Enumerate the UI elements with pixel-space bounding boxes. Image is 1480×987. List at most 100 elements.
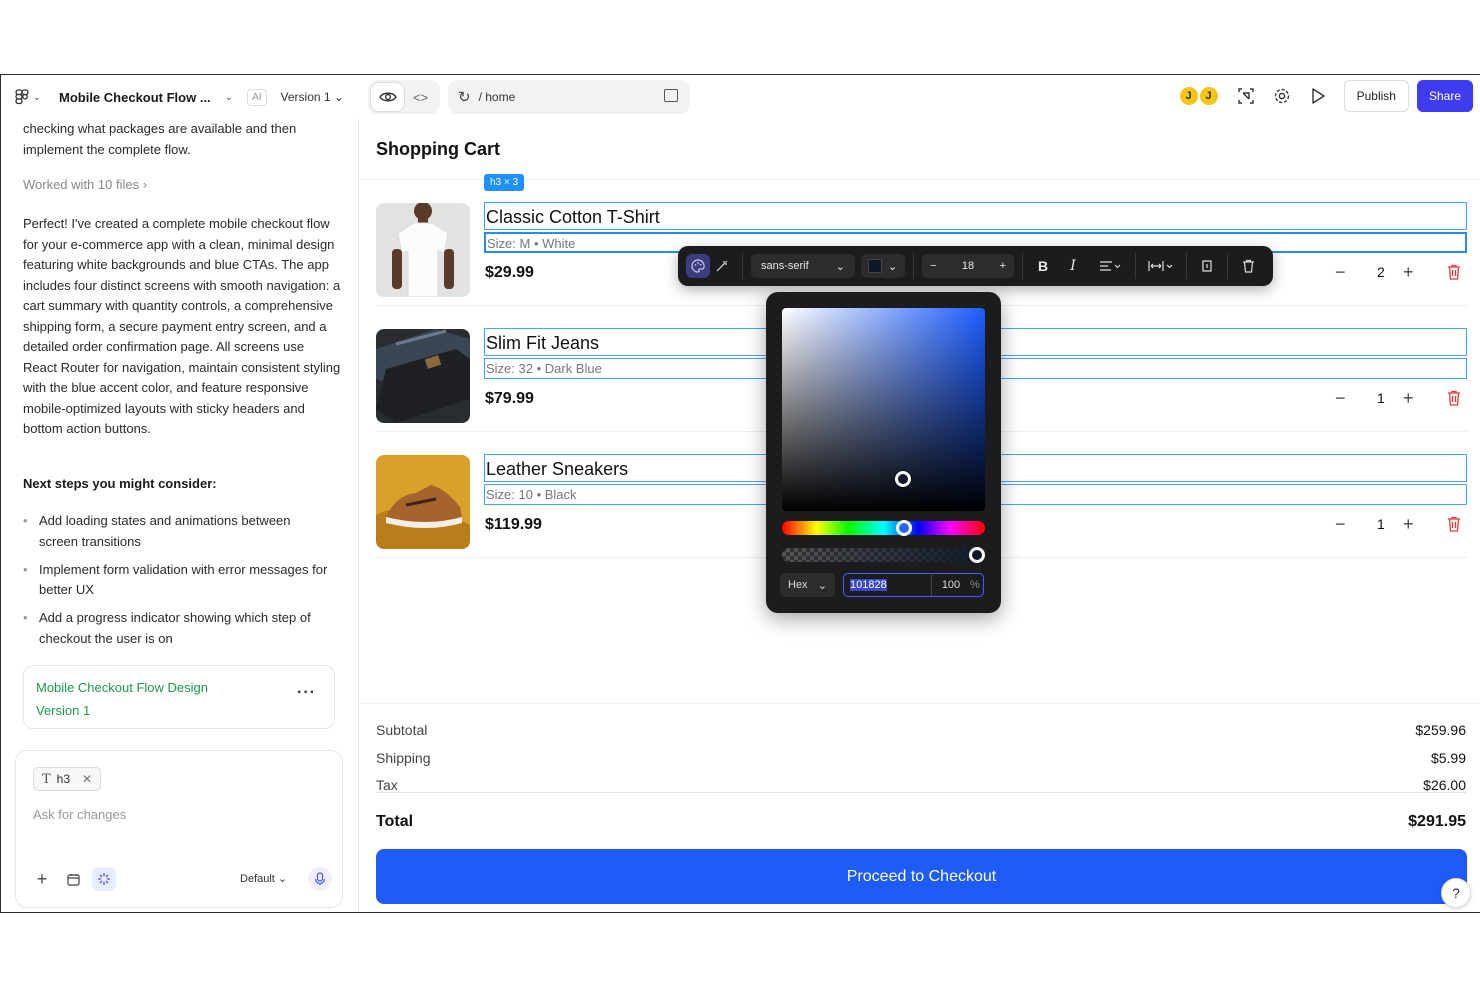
chevron-down-icon: ⌄	[33, 91, 41, 102]
shipping-label: Shipping	[376, 750, 431, 766]
alpha-handle[interactable]	[969, 547, 985, 563]
text-color-select[interactable]: ⌄	[861, 254, 905, 278]
share-button[interactable]: Share	[1416, 80, 1473, 112]
color-swatch	[868, 259, 882, 273]
avatar[interactable]: J	[1197, 85, 1220, 107]
code-icon: <>	[412, 89, 429, 105]
decrease-quantity-button[interactable]: −	[1335, 514, 1346, 535]
product-price: $29.99	[485, 264, 534, 281]
color-format-value: Hex	[788, 579, 808, 591]
sparkle-cursor-icon	[98, 873, 110, 885]
alpha-slider[interactable]	[782, 548, 985, 562]
project-chevron-icon[interactable]: ⌄	[225, 92, 233, 103]
code-mode-button[interactable]: <>	[404, 83, 437, 111]
calendar-button[interactable]	[61, 867, 85, 891]
quantity-stepper: − 1 +	[1327, 388, 1467, 410]
chat-input[interactable]: Ask for changes	[33, 807, 126, 822]
spacing-select[interactable]	[1144, 254, 1178, 278]
magic-wand-icon	[716, 260, 728, 272]
text-align-select[interactable]	[1093, 254, 1127, 278]
quantity-stepper: − 2 +	[1327, 262, 1467, 284]
italic-button[interactable]: I	[1061, 254, 1085, 278]
url-bar[interactable]: ↻ / home	[448, 80, 690, 114]
help-button[interactable]: ?	[1441, 878, 1471, 908]
saturation-value-area[interactable]	[782, 308, 985, 511]
more-options-icon[interactable]: ···	[297, 684, 316, 702]
publish-button[interactable]: Publish	[1343, 80, 1409, 112]
next-steps-list: Add loading states and animations betwee…	[23, 511, 333, 657]
color-input-row: Hex ⌄ 101828 100 %	[780, 573, 986, 597]
trash-icon	[1242, 259, 1254, 273]
version-card-version: Version 1	[36, 703, 91, 718]
product-price: $119.99	[485, 516, 542, 533]
divider	[913, 253, 914, 279]
list-item: Add loading states and animations betwee…	[23, 511, 333, 552]
project-header: ⌄ Mobile Checkout Flow ... ⌄ AI Version …	[1, 75, 359, 119]
layout-icon[interactable]	[664, 89, 678, 102]
shipping-value: $5.99	[1430, 750, 1466, 766]
bold-button[interactable]: B	[1031, 254, 1055, 278]
font-family-select[interactable]: sans-serif ⌄	[751, 254, 855, 278]
tax-label: Tax	[376, 777, 398, 793]
visual-edit-button[interactable]	[92, 867, 116, 891]
hex-input[interactable]: 101828	[844, 574, 932, 596]
trash-icon[interactable]	[1447, 516, 1461, 532]
divider	[1186, 253, 1187, 279]
decrease-size-button[interactable]: −	[930, 260, 936, 272]
project-title[interactable]: Mobile Checkout Flow ...	[59, 90, 211, 105]
sneakers-image	[376, 455, 470, 549]
select-parent-button[interactable]	[1195, 254, 1219, 278]
product-image-tshirt	[376, 203, 470, 297]
saturation-handle[interactable]	[895, 471, 911, 487]
select-element-button[interactable]	[1236, 86, 1256, 106]
color-picker-popover: Hex ⌄ 101828 100 %	[766, 292, 1001, 613]
text-icon: T	[42, 771, 51, 787]
microphone-button[interactable]	[308, 867, 332, 891]
decrease-quantity-button[interactable]: −	[1335, 262, 1346, 283]
increase-size-button[interactable]: +	[1000, 260, 1006, 272]
font-size-value[interactable]: 18	[962, 260, 974, 272]
preview-mode-button[interactable]	[371, 83, 404, 111]
font-family-value: sans-serif	[761, 260, 809, 272]
avatar[interactable]: J	[1177, 85, 1200, 107]
quantity-stepper: − 1 +	[1327, 514, 1467, 536]
reload-icon[interactable]: ↻	[458, 88, 471, 106]
next-steps-heading: Next steps you might consider:	[23, 476, 217, 491]
letter-spacing-icon	[1148, 261, 1173, 271]
delete-element-button[interactable]	[1236, 254, 1260, 278]
decrease-quantity-button[interactable]: −	[1335, 388, 1346, 409]
close-icon[interactable]: ✕	[82, 772, 92, 786]
increase-quantity-button[interactable]: +	[1403, 388, 1414, 409]
style-palette-button[interactable]	[686, 254, 710, 278]
version-selector[interactable]: Version 1 ⌄	[281, 90, 344, 104]
mode-selector[interactable]: Default ⌄	[240, 872, 287, 885]
app-menu-button[interactable]: ⌄	[15, 89, 47, 105]
hue-slider[interactable]	[782, 521, 985, 535]
page-title[interactable]: Shopping Cart	[376, 139, 500, 160]
add-attachment-button[interactable]: +	[30, 867, 54, 891]
increase-quantity-button[interactable]: +	[1403, 514, 1414, 535]
proceed-to-checkout-button[interactable]: Proceed to Checkout	[376, 849, 1467, 904]
chevron-down-icon: ⌄	[888, 260, 898, 273]
divider	[1227, 253, 1228, 279]
settings-button[interactable]	[1272, 86, 1292, 106]
product-price: $79.99	[485, 390, 534, 407]
color-format-select[interactable]: Hex ⌄	[780, 573, 835, 597]
subtotal-label: Subtotal	[376, 722, 428, 738]
calendar-icon	[66, 873, 80, 886]
text-format-toolbar: sans-serif ⌄ ⌄ − 18 + B I	[678, 246, 1273, 286]
version-card[interactable]: Mobile Checkout Flow Design Version 1 ··…	[23, 665, 335, 729]
hue-handle[interactable]	[896, 520, 912, 536]
worked-with-files-link[interactable]: Worked with 10 files ›	[23, 177, 147, 192]
context-chip[interactable]: T h3 ✕	[33, 767, 102, 791]
alpha-input[interactable]: 100	[932, 579, 970, 591]
trash-icon[interactable]	[1447, 390, 1461, 406]
summary-row-tax: Tax $26.00	[376, 777, 1466, 793]
gear-icon	[1274, 88, 1289, 104]
play-button[interactable]	[1308, 86, 1328, 106]
increase-quantity-button[interactable]: +	[1403, 262, 1414, 283]
product-name[interactable]: Classic Cotton T-Shirt	[484, 202, 1467, 230]
hex-value: 101828	[850, 579, 887, 591]
trash-icon[interactable]	[1447, 264, 1461, 280]
magic-edit-button[interactable]	[710, 254, 734, 278]
